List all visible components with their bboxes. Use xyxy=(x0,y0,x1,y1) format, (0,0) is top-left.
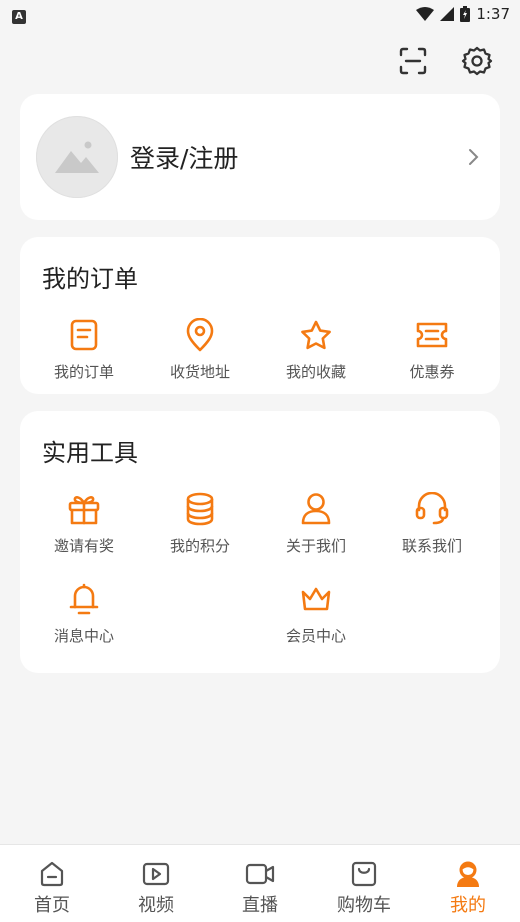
status-right: 1:37 xyxy=(416,5,510,23)
orders-item-coupons[interactable]: 优惠券 xyxy=(374,317,490,382)
scan-icon xyxy=(399,47,427,75)
chevron-right-icon[interactable] xyxy=(462,146,484,168)
tab-cart[interactable]: 购物车 xyxy=(312,845,416,922)
battery-icon xyxy=(460,6,471,22)
tools-item-invite[interactable]: 邀请有奖 xyxy=(26,491,142,556)
login-register-label[interactable]: 登录/注册 xyxy=(130,139,462,175)
profile-icon xyxy=(453,859,483,889)
orders-row: 我的订单 收货地址 我的收藏 优惠券 xyxy=(20,317,500,382)
status-left: A xyxy=(12,4,26,24)
gift-icon xyxy=(66,491,102,527)
tools-item-contact[interactable]: 联系我们 xyxy=(374,491,490,556)
live-camera-icon xyxy=(245,859,275,889)
headset-icon xyxy=(414,491,450,527)
orders-item-my-orders[interactable]: 我的订单 xyxy=(26,317,142,382)
tools-item-label: 会员中心 xyxy=(285,627,346,645)
tools-item-about[interactable]: 关于我们 xyxy=(258,491,374,556)
orders-item-favorites[interactable]: 我的收藏 xyxy=(258,317,374,382)
tools-card: 实用工具 邀请有奖 我的积分 关于我们 联系我们 消息中心 会员中心 xyxy=(20,411,500,673)
profile-card[interactable]: 登录/注册 xyxy=(20,94,500,220)
coins-icon xyxy=(182,491,218,527)
tools-item-points[interactable]: 我的积分 xyxy=(142,491,258,556)
tools-row-2: 消息中心 会员中心 xyxy=(20,581,500,646)
bell-icon xyxy=(66,581,102,617)
orders-item-label: 我的订单 xyxy=(53,363,114,381)
scan-button[interactable] xyxy=(396,44,430,78)
tools-item-label: 我的积分 xyxy=(169,537,230,555)
tab-live[interactable]: 直播 xyxy=(208,845,312,922)
tab-label: 我的 xyxy=(450,895,486,916)
signal-icon xyxy=(440,7,455,21)
tab-video[interactable]: 视频 xyxy=(104,845,208,922)
tools-title: 实用工具 xyxy=(42,439,138,467)
grid-spacer xyxy=(142,581,258,646)
settings-button[interactable] xyxy=(460,44,494,78)
top-actions xyxy=(396,44,494,78)
bottom-tab-bar: 首页 视频 直播 购物车 我的 xyxy=(0,844,520,922)
crown-icon xyxy=(298,581,334,617)
cart-bag-icon xyxy=(349,859,379,889)
tools-row-1: 邀请有奖 我的积分 关于我们 联系我们 xyxy=(20,491,500,556)
tab-label: 购物车 xyxy=(337,895,391,916)
star-icon xyxy=(298,317,334,353)
orders-item-label: 我的收藏 xyxy=(285,363,346,381)
avatar-placeholder-icon xyxy=(55,141,99,173)
orders-card: 我的订单 我的订单 收货地址 我的收藏 优惠券 xyxy=(20,237,500,394)
coupon-icon xyxy=(414,317,450,353)
avatar[interactable] xyxy=(36,116,118,198)
tab-mine[interactable]: 我的 xyxy=(416,845,520,922)
order-list-icon xyxy=(66,317,102,353)
status-bar: A 1:37 xyxy=(0,0,520,28)
tools-item-label: 邀请有奖 xyxy=(53,537,114,555)
orders-item-label: 收货地址 xyxy=(169,363,230,381)
tab-label: 视频 xyxy=(138,895,174,916)
status-time: 1:37 xyxy=(476,5,510,23)
tools-item-label: 联系我们 xyxy=(401,537,462,555)
tools-item-label: 消息中心 xyxy=(53,627,114,645)
tab-label: 直播 xyxy=(242,895,278,916)
home-icon xyxy=(37,859,67,889)
orders-title: 我的订单 xyxy=(42,265,138,293)
notification-a-icon: A xyxy=(12,9,26,24)
user-icon xyxy=(298,491,334,527)
tools-item-membership[interactable]: 会员中心 xyxy=(258,581,374,646)
tab-home[interactable]: 首页 xyxy=(0,845,104,922)
location-pin-icon xyxy=(182,317,218,353)
tab-label: 首页 xyxy=(34,895,70,916)
wifi-icon xyxy=(416,7,435,21)
tools-item-label: 关于我们 xyxy=(285,537,346,555)
orders-item-address[interactable]: 收货地址 xyxy=(142,317,258,382)
video-icon xyxy=(141,859,171,889)
gear-icon xyxy=(461,46,493,76)
tools-item-messages[interactable]: 消息中心 xyxy=(26,581,142,646)
orders-item-label: 优惠券 xyxy=(409,363,455,381)
